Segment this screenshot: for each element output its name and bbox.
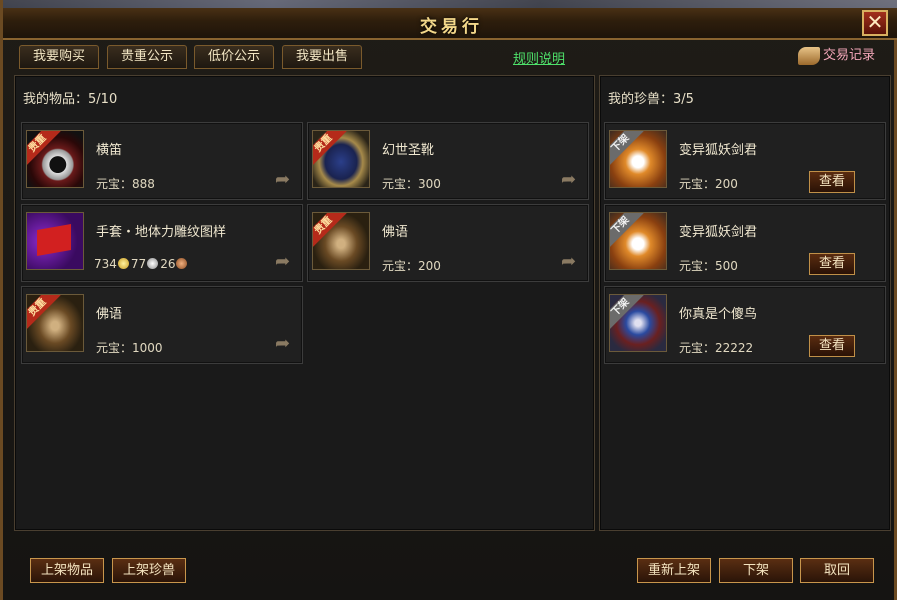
my-pets-panel: 我的珍兽：3/5 下架 变异狐妖剑君 元宝：200 查看 下架 变异狐妖剑君 元… <box>599 75 891 531</box>
item-name: 佛语 <box>382 225 409 240</box>
item-price: 元宝：1000 <box>96 341 163 355</box>
item-price: 元宝：300 <box>382 177 441 191</box>
item-price: 元宝：200 <box>382 259 441 273</box>
my-pets-header: 我的珍兽：3/5 <box>608 88 694 107</box>
tab-buy[interactable]: 我要购买 <box>19 45 99 69</box>
share-arrow-icon[interactable]: ➦ <box>275 253 299 271</box>
close-icon[interactable]: ✕ <box>862 10 888 36</box>
title-bar: 交易行 ✕ <box>3 0 897 40</box>
item-price-coins: 734 77 26 <box>94 257 189 271</box>
item-card[interactable]: 贵重 佛语 元宝：200 ➦ <box>307 204 589 282</box>
pet-name: 变异狐妖剑君 <box>679 143 758 158</box>
view-pet-button[interactable]: 查看 <box>809 171 855 193</box>
pet-price: 元宝：22222 <box>679 341 754 355</box>
my-items-header: 我的物品：5/10 <box>23 88 117 107</box>
item-name: 横笛 <box>96 143 123 158</box>
view-pet-button[interactable]: 查看 <box>809 335 855 357</box>
relist-button[interactable]: 重新上架 <box>637 558 711 583</box>
share-arrow-icon[interactable]: ➦ <box>275 335 299 353</box>
item-card[interactable]: 贵重 佛语 元宝：1000 ➦ <box>21 286 303 364</box>
trade-window: 交易行 ✕ 我要购买 贵重公示 低价公示 我要出售 规则说明 交易记录 我的物品… <box>0 0 897 600</box>
scroll-icon <box>798 46 820 65</box>
tab-low-price-notice[interactable]: 低价公示 <box>194 45 274 69</box>
item-card[interactable]: 贵重 幻世圣靴 元宝：300 ➦ <box>307 122 589 200</box>
item-name: 佛语 <box>96 307 123 322</box>
pet-name: 变异狐妖剑君 <box>679 225 758 240</box>
item-card[interactable]: 贵重 横笛 元宝：888 ➦ <box>21 122 303 200</box>
rules-link[interactable]: 规则说明 <box>513 48 565 67</box>
retrieve-button[interactable]: 取回 <box>800 558 874 583</box>
item-name: 手套・地体力雕纹图样 <box>96 225 227 240</box>
item-name: 幻世圣靴 <box>382 143 435 158</box>
share-arrow-icon[interactable]: ➦ <box>561 171 585 189</box>
bird-icon: 下架 <box>609 294 667 352</box>
view-pet-button[interactable]: 查看 <box>809 253 855 275</box>
tab-sell[interactable]: 我要出售 <box>282 45 362 69</box>
my-items-label: 我的物品： <box>23 92 89 107</box>
pet-price: 元宝：500 <box>679 259 738 273</box>
gold-amount: 734 <box>94 257 117 271</box>
item-price: 元宝：888 <box>96 177 155 191</box>
shoe-icon: 贵重 <box>26 294 84 352</box>
title-bar-decoration <box>3 0 897 8</box>
pet-card[interactable]: 下架 你真是个傻鸟 元宝：22222 查看 <box>604 286 886 364</box>
gold-coin-icon <box>117 258 129 269</box>
list-item-button[interactable]: 上架物品 <box>30 558 104 583</box>
list-pet-button[interactable]: 上架珍兽 <box>112 558 186 583</box>
fox-icon: 下架 <box>609 212 667 270</box>
boot-icon: 贵重 <box>312 130 370 188</box>
shoe-icon: 贵重 <box>312 212 370 270</box>
silver-amount: 77 <box>130 257 147 271</box>
pet-card[interactable]: 下架 变异狐妖剑君 元宝：200 查看 <box>604 122 886 200</box>
pet-name: 你真是个傻鸟 <box>679 307 758 322</box>
my-items-panel: 我的物品：5/10 贵重 横笛 元宝：888 ➦ 贵重 幻世圣靴 元宝：300 … <box>14 75 595 531</box>
my-pets-count: 3/5 <box>673 92 694 107</box>
trade-record-button[interactable]: 交易记录 <box>798 44 875 68</box>
share-arrow-icon[interactable]: ➦ <box>561 253 585 271</box>
my-pets-label: 我的珍兽： <box>608 92 674 107</box>
item-card[interactable]: 手套・地体力雕纹图样 734 77 26 ➦ <box>21 204 303 282</box>
silver-coin-icon <box>147 258 159 269</box>
ring-icon: 贵重 <box>26 130 84 188</box>
copper-coin-icon <box>176 258 188 269</box>
window-title: 交易行 <box>420 17 483 37</box>
tab-valuable-notice[interactable]: 贵重公示 <box>107 45 187 69</box>
my-items-count: 5/10 <box>88 92 118 107</box>
copper-amount: 26 <box>160 257 176 271</box>
share-arrow-icon[interactable]: ➦ <box>275 171 299 189</box>
pet-card[interactable]: 下架 变异狐妖剑君 元宝：500 查看 <box>604 204 886 282</box>
delist-button[interactable]: 下架 <box>719 558 793 583</box>
trade-record-label: 交易记录 <box>823 48 876 63</box>
pet-price: 元宝：200 <box>679 177 738 191</box>
fox-icon: 下架 <box>609 130 667 188</box>
flag-icon <box>26 212 84 270</box>
